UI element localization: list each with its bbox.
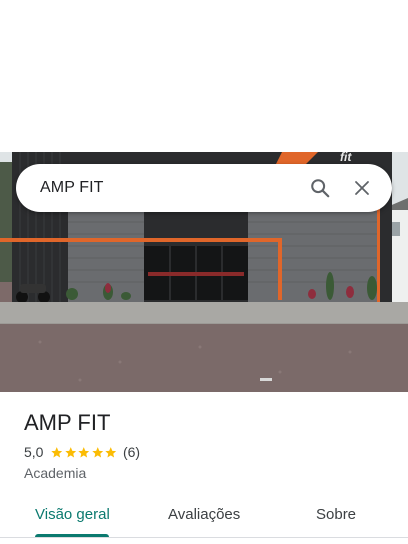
star-icon: [78, 446, 90, 457]
star-icon: [65, 446, 77, 457]
rating-value: 5,0: [24, 444, 44, 460]
place-title: AMP FIT: [24, 410, 111, 435]
place-tabs: Visão geral Avaliações Sobre: [0, 492, 408, 538]
close-icon[interactable]: [344, 170, 380, 206]
rating-stars: [50, 446, 118, 459]
tabs-divider: [0, 537, 408, 538]
place-info-panel: AMP FIT 5,0 (6) Academia Visão geral Ava…: [0, 392, 408, 544]
star-icon: [92, 446, 104, 457]
tab-reviews[interactable]: Avaliações: [168, 506, 240, 523]
search-icon[interactable]: [302, 170, 338, 206]
sign-text: fit: [340, 152, 352, 164]
rating-row[interactable]: 5,0 (6): [24, 444, 140, 460]
star-icon: [105, 446, 117, 457]
tab-overview[interactable]: Visão geral: [35, 506, 110, 523]
search-bar[interactable]: AMP FIT: [16, 164, 392, 212]
star-icon: [51, 446, 63, 457]
place-category[interactable]: Academia: [24, 465, 86, 481]
search-input[interactable]: AMP FIT: [40, 179, 296, 197]
tab-about[interactable]: Sobre: [316, 506, 356, 523]
review-count[interactable]: (6): [123, 444, 140, 460]
